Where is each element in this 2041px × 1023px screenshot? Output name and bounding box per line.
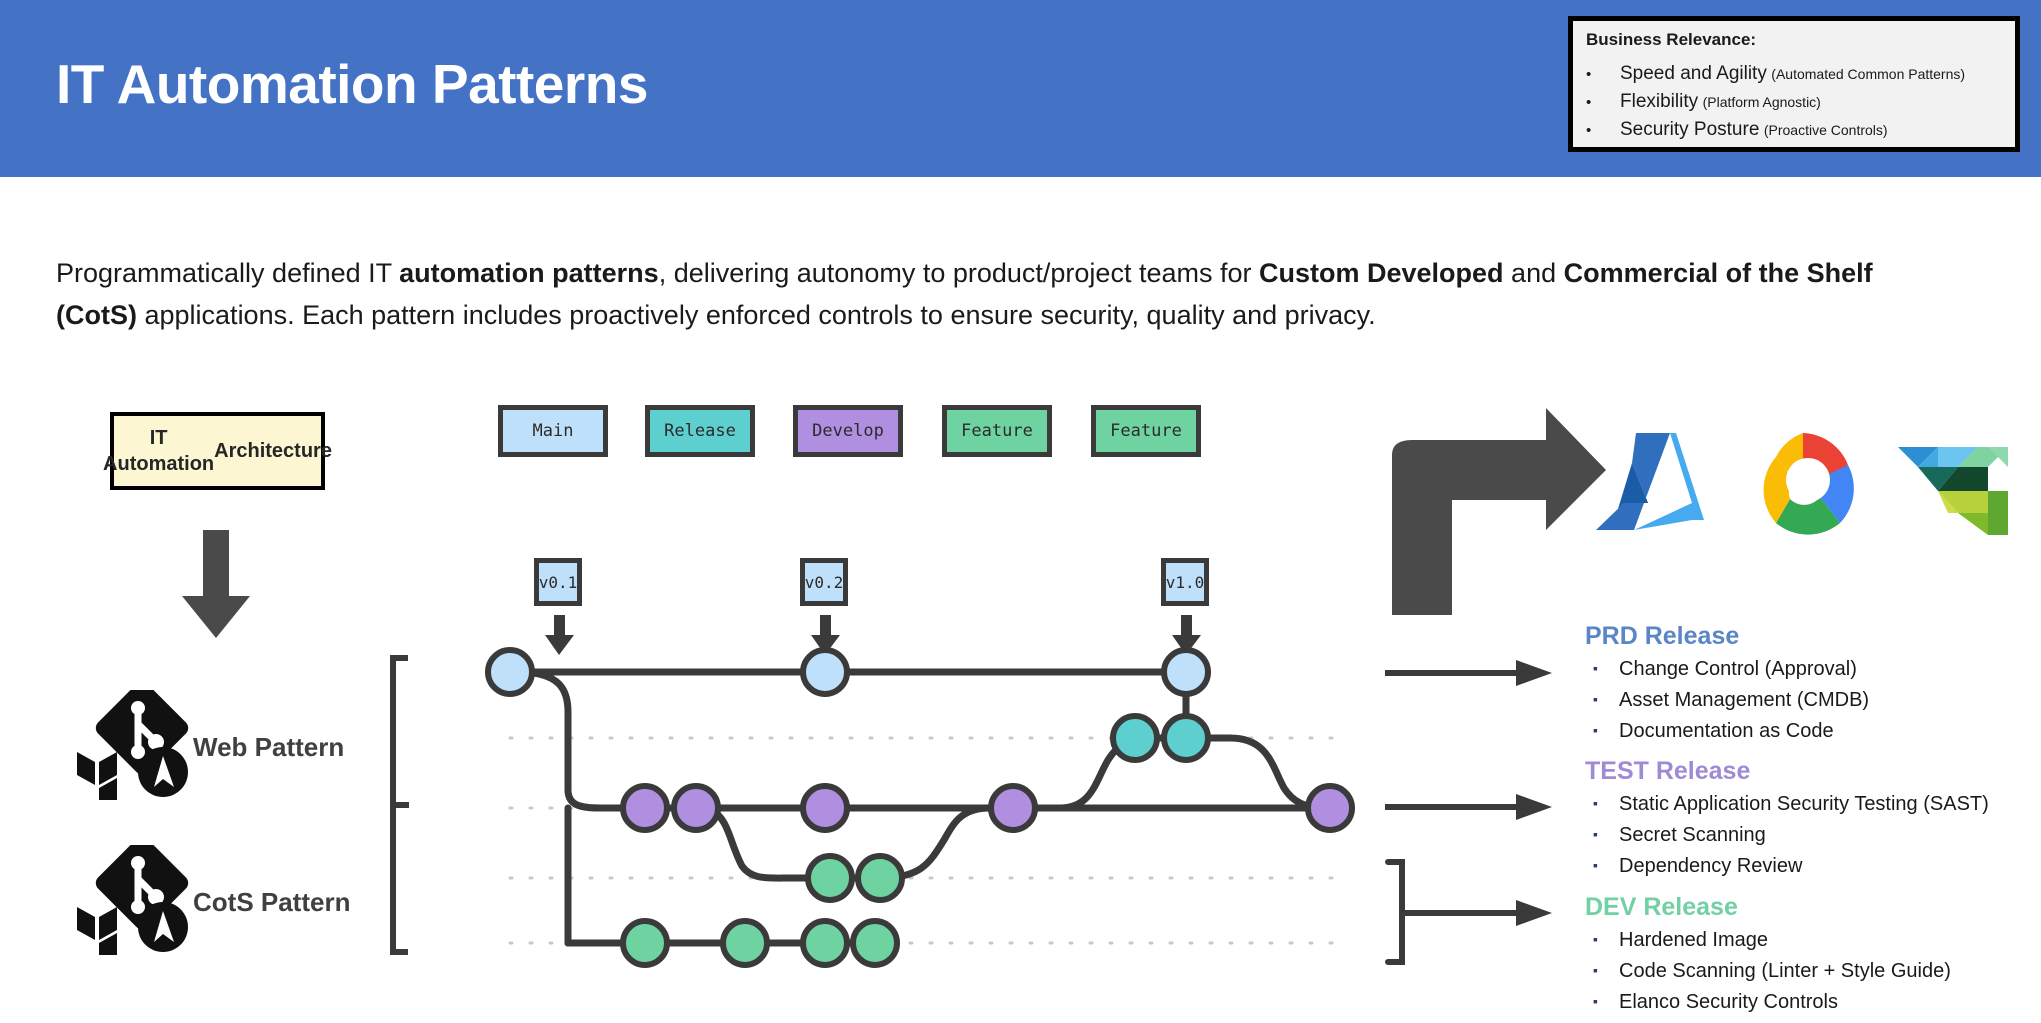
commit-node-main-1 <box>485 647 535 697</box>
intro-strong-automation-patterns: automation patterns <box>399 258 659 288</box>
commit-node-feature-a-2 <box>855 853 905 903</box>
intro-paragraph: Programmatically defined IT automation p… <box>56 252 1956 336</box>
branch-chip-feature-2[interactable]: Feature <box>1091 405 1201 457</box>
business-relevance-item-3-sub: (Proactive Controls) <box>1763 122 1888 138</box>
pattern-row-cots: CotS Pattern <box>75 836 405 955</box>
branch-chip-feature-1-label: Feature <box>961 421 1033 441</box>
it-automation-architecture-box: IT Automation Architecture <box>103 412 332 490</box>
version-tag-v01-label: v0.1 <box>538 572 578 592</box>
bullet-glyph: • <box>1586 93 1592 111</box>
commit-node-feature-b-3 <box>800 918 850 968</box>
intro-text-3: and <box>1503 258 1564 288</box>
release-item-test-1: Static Application Security Testing (SAS… <box>1585 790 2015 817</box>
business-relevance-item-1-main: Speed and Agility <box>1620 63 1767 84</box>
pattern-label-cots: CotS Pattern <box>193 887 351 917</box>
release-block-prd: PRD Release Change Control (Approval) As… <box>1585 622 2015 744</box>
business-relevance-item-2-sub: (Platform Agnostic) <box>1702 94 1821 110</box>
google-cloud-logo-icon <box>1763 433 1854 535</box>
release-item-dev-2: Code Scanning (Linter + Style Guide) <box>1585 957 2015 984</box>
release-title-dev: DEV Release <box>1585 893 1738 921</box>
commit-node-feature-b-2 <box>720 918 770 968</box>
branch-edges <box>506 668 1334 947</box>
commit-node-main-3 <box>1161 647 1211 697</box>
pattern-label-web: Web Pattern <box>193 732 345 762</box>
terraform-logo-icon <box>77 752 117 800</box>
header-accent-rule <box>0 172 2041 177</box>
commit-node-develop-3 <box>800 783 850 833</box>
arch-box-line1: IT Automation <box>103 427 215 475</box>
release-item-dev-3: Elanco Security Controls <box>1585 988 2015 1015</box>
commit-node-feature-b-4 <box>850 918 900 968</box>
bullet-glyph: • <box>1586 121 1592 139</box>
cloud-target-logos <box>1578 425 2038 535</box>
version-tag-v02-label: v0.2 <box>804 572 844 592</box>
page-title: IT Automation Patterns <box>56 53 649 115</box>
commit-node-develop-1 <box>620 783 670 833</box>
release-arrows <box>1385 660 1552 926</box>
azure-logo-icon <box>1596 433 1704 530</box>
arch-box-line2: Architecture <box>214 440 332 462</box>
release-block-dev: DEV Release Hardened Image Code Scanning… <box>1585 893 2015 1015</box>
commit-node-develop-4 <box>988 783 1038 833</box>
commit-node-main-2 <box>800 647 850 697</box>
commit-node-release-2 <box>1161 713 1211 763</box>
intro-strong-custom-developed: Custom Developed <box>1259 258 1504 288</box>
commit-node-develop-2 <box>671 783 721 833</box>
business-relevance-item-1-sub: (Automated Common Patterns) <box>1771 66 1966 82</box>
release-item-test-3: Dependency Review <box>1585 852 2015 879</box>
business-relevance-item-3-main: Security Posture <box>1620 119 1760 140</box>
business-relevance-item-2: • Flexibility (Platform Agnostic) <box>1586 91 1821 115</box>
commit-nodes <box>485 647 1355 968</box>
business-relevance-item-1: • Speed and Agility (Automated Common Pat… <box>1586 63 1965 87</box>
release-item-test-2: Secret Scanning <box>1585 821 2015 848</box>
commit-node-develop-5 <box>1305 783 1355 833</box>
version-tag-arrow-icon <box>545 615 1201 655</box>
business-relevance-title: Business Relevance: <box>1586 30 1757 49</box>
intro-text-4: applications. Each pattern includes proa… <box>144 300 1376 330</box>
ansible-logo-icon <box>138 902 188 952</box>
branch-chip-develop[interactable]: Develop <box>793 405 903 457</box>
release-title-prd: PRD Release <box>1585 622 1740 650</box>
branch-chip-feature-2-label: Feature <box>1110 421 1182 441</box>
release-block-test: TEST Release Static Application Security… <box>1585 757 2015 879</box>
version-tag-v10[interactable]: v1.0 <box>1161 558 1209 606</box>
branch-chip-main-label: Main <box>532 421 574 441</box>
commit-node-feature-a-1 <box>805 853 855 903</box>
release-item-prd-2: Asset Management (CMDB) <box>1585 686 2015 713</box>
commit-node-feature-b-1 <box>620 918 670 968</box>
business-relevance-item-3: • Security Posture (Proactive Controls) <box>1586 119 1888 143</box>
release-item-dev-1: Hardened Image <box>1585 926 2015 953</box>
dev-release-grouping-bracket <box>1385 859 1419 965</box>
cloud-deploy-arrow-icon <box>1392 408 1606 615</box>
bullet-glyph: • <box>1586 65 1592 83</box>
pattern-row-web: Web Pattern <box>75 681 405 800</box>
release-item-prd-1: Change Control (Approval) <box>1585 655 2015 682</box>
branch-chip-main[interactable]: Main <box>498 405 608 457</box>
branch-chip-feature-1[interactable]: Feature <box>942 405 1052 457</box>
release-item-prd-3: Documentation as Code <box>1585 717 2015 744</box>
pattern-icon-group-cots <box>75 836 190 955</box>
down-arrow-icon <box>180 530 252 645</box>
business-relevance-callout: Business Relevance: • Speed and Agility (… <box>1568 16 2020 152</box>
version-tag-v10-label: v1.0 <box>1165 572 1205 592</box>
version-tag-v02[interactable]: v0.2 <box>800 558 848 606</box>
branch-chip-release[interactable]: Release <box>645 405 755 457</box>
commit-node-release-1 <box>1110 713 1160 763</box>
branch-chip-release-label: Release <box>664 421 736 441</box>
business-relevance-item-2-main: Flexibility <box>1620 91 1699 112</box>
version-tag-v01[interactable]: v0.1 <box>534 558 582 606</box>
pattern-icon-group-web <box>75 681 190 800</box>
lane-guides <box>508 736 1352 945</box>
ansible-logo-icon <box>138 747 188 797</box>
terraform-logo-icon <box>77 907 117 955</box>
branch-chip-develop-label: Develop <box>812 421 884 441</box>
slide-root: IT Automation Patterns Business Relevanc… <box>0 0 2041 1023</box>
release-title-test: TEST Release <box>1585 757 1751 785</box>
intro-text-1: Programmatically defined IT <box>56 258 400 288</box>
mosaic-triangle-logo-icon <box>1898 447 2008 535</box>
intro-text-2: , delivering autonomy to product/project… <box>658 258 1259 288</box>
